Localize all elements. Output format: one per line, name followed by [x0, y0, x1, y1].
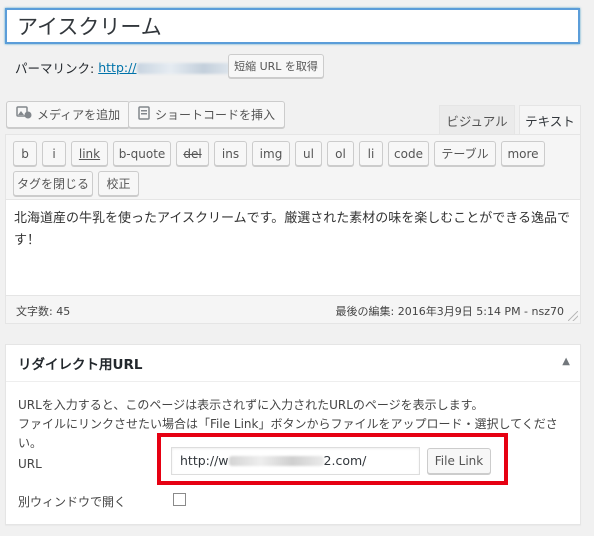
- get-shortlink-button[interactable]: 短縮 URL を取得: [228, 54, 324, 78]
- permalink-label: パーマリンク:: [15, 61, 95, 76]
- qt-proofread-button[interactable]: 校正: [98, 171, 139, 196]
- tab-visual[interactable]: ビジュアル: [439, 105, 515, 134]
- insert-shortcode-label: ショートコードを挿入: [155, 108, 276, 122]
- metabox-title[interactable]: リダイレクト用URL: [6, 345, 580, 382]
- editor-container: b i link b-quote del ins img ul ol li co…: [5, 134, 581, 324]
- media-icon: [16, 105, 32, 124]
- qt-table-button[interactable]: テーブル: [434, 141, 496, 166]
- editor-textarea[interactable]: 北海道産の牛乳を使ったアイスクリームです。厳選された素材の味を楽しむことができる…: [6, 199, 580, 296]
- post-title-input[interactable]: アイスクリーム: [5, 8, 580, 44]
- permalink-link[interactable]: http://: [98, 60, 237, 75]
- add-media-button[interactable]: メディアを追加: [6, 101, 131, 128]
- qt-img-button[interactable]: img: [252, 141, 290, 166]
- blurred-url: [228, 456, 324, 466]
- qt-code-button[interactable]: code: [388, 141, 429, 166]
- qt-close-tags-button[interactable]: タグを閉じる: [13, 171, 93, 196]
- collapse-toggle-icon[interactable]: ▲: [562, 356, 570, 367]
- tab-text[interactable]: テキスト: [519, 105, 581, 134]
- redirect-url-input[interactable]: http://w 2.com/: [171, 447, 420, 475]
- qt-del-button[interactable]: del: [176, 141, 209, 166]
- qt-li-button[interactable]: li: [359, 141, 383, 166]
- editor-status-bar: 文字数: 45 最後の編集: 2016年3月9日 5:14 PM - nsz70: [6, 296, 580, 323]
- add-media-label: メディアを追加: [37, 108, 121, 122]
- open-new-window-label: 別ウィンドウで開く: [18, 495, 127, 509]
- qt-ul-button[interactable]: ul: [295, 141, 322, 166]
- open-new-window-checkbox[interactable]: [173, 493, 186, 506]
- resize-handle-icon[interactable]: [568, 311, 578, 321]
- redirect-url-metabox: リダイレクト用URL ▲ URLを入力すると、このページは表示されずに入力された…: [5, 344, 581, 525]
- url-label: URL: [18, 457, 42, 471]
- qt-italic-button[interactable]: i: [42, 141, 66, 166]
- blurred-permalink: [136, 63, 237, 74]
- qt-bold-button[interactable]: b: [13, 141, 37, 166]
- last-edited: 最後の編集: 2016年3月9日 5:14 PM - nsz70: [335, 305, 564, 318]
- qt-ol-button[interactable]: ol: [327, 141, 354, 166]
- permalink-row: パーマリンク: http://: [15, 58, 237, 77]
- word-count: 文字数: 45: [16, 305, 71, 318]
- qt-ins-button[interactable]: ins: [214, 141, 247, 166]
- qt-more-button[interactable]: more: [501, 141, 545, 166]
- shortcode-icon: [138, 105, 150, 124]
- insert-shortcode-button[interactable]: ショートコードを挿入: [128, 101, 286, 128]
- file-link-button[interactable]: File Link: [427, 448, 491, 474]
- qt-bquote-button[interactable]: b-quote: [113, 141, 171, 166]
- qt-link-button[interactable]: link: [71, 141, 108, 166]
- metabox-description: URLを入力すると、このページは表示されずに入力されたURLのページを表示します…: [18, 398, 558, 450]
